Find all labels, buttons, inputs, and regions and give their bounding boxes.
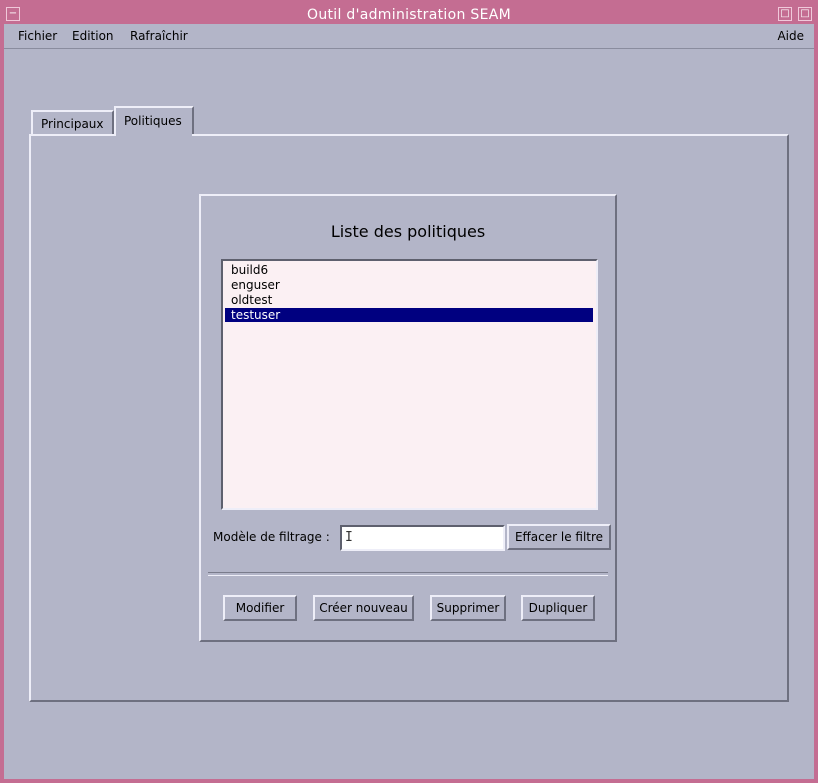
list-item[interactable]: enguser: [225, 278, 593, 292]
separator: [208, 572, 608, 576]
text-cursor-icon: I: [345, 530, 353, 545]
list-item[interactable]: build6: [225, 263, 593, 277]
list-item[interactable]: oldtest: [225, 293, 593, 307]
filter-input[interactable]: I: [340, 525, 505, 551]
tab-principals[interactable]: Principaux: [31, 110, 114, 136]
clear-filter-button[interactable]: Effacer le filtre: [507, 524, 611, 550]
tab-policies-label: Politiques: [124, 114, 182, 128]
list-item-selected[interactable]: testuser: [225, 308, 593, 322]
menu-bar: Fichier Edition Rafraîchir Aide: [4, 24, 814, 49]
create-new-button[interactable]: Créer nouveau: [313, 595, 414, 621]
policy-list-group: Liste des politiques build6 enguser oldt…: [199, 194, 617, 642]
minimize-button[interactable]: □: [778, 7, 792, 21]
menu-file[interactable]: Fichier: [18, 29, 57, 43]
delete-button[interactable]: Supprimer: [430, 595, 506, 621]
list-item-label: enguser: [231, 278, 280, 292]
modify-button[interactable]: Modifier: [223, 595, 297, 621]
window-title: Outil d'administration SEAM: [307, 7, 511, 23]
maximize-icon: □: [800, 8, 810, 19]
menu-refresh[interactable]: Rafraîchir: [130, 29, 188, 43]
menu-edit[interactable]: Edition: [72, 29, 114, 43]
tab-principals-label: Principaux: [41, 117, 104, 131]
duplicate-button[interactable]: Dupliquer: [521, 595, 595, 621]
menu-help[interactable]: Aide: [777, 29, 804, 43]
list-item-label: testuser: [231, 308, 281, 322]
policy-list[interactable]: build6 enguser oldtest testuser: [221, 259, 598, 510]
tab-join: [116, 134, 192, 137]
maximize-button[interactable]: □: [798, 7, 812, 21]
title-bar[interactable]: Outil d'administration SEAM: [4, 4, 814, 26]
list-item-label: oldtest: [231, 293, 273, 307]
list-item-label: build6: [231, 263, 269, 277]
tab-policies[interactable]: Politiques: [114, 106, 194, 136]
minimize-icon: □: [780, 8, 790, 19]
filter-label: Modèle de filtrage :: [213, 530, 330, 544]
window-menu-button[interactable]: −: [6, 7, 20, 21]
window-menu-icon: −: [8, 8, 18, 19]
policy-list-heading: Liste des politiques: [330, 222, 486, 241]
